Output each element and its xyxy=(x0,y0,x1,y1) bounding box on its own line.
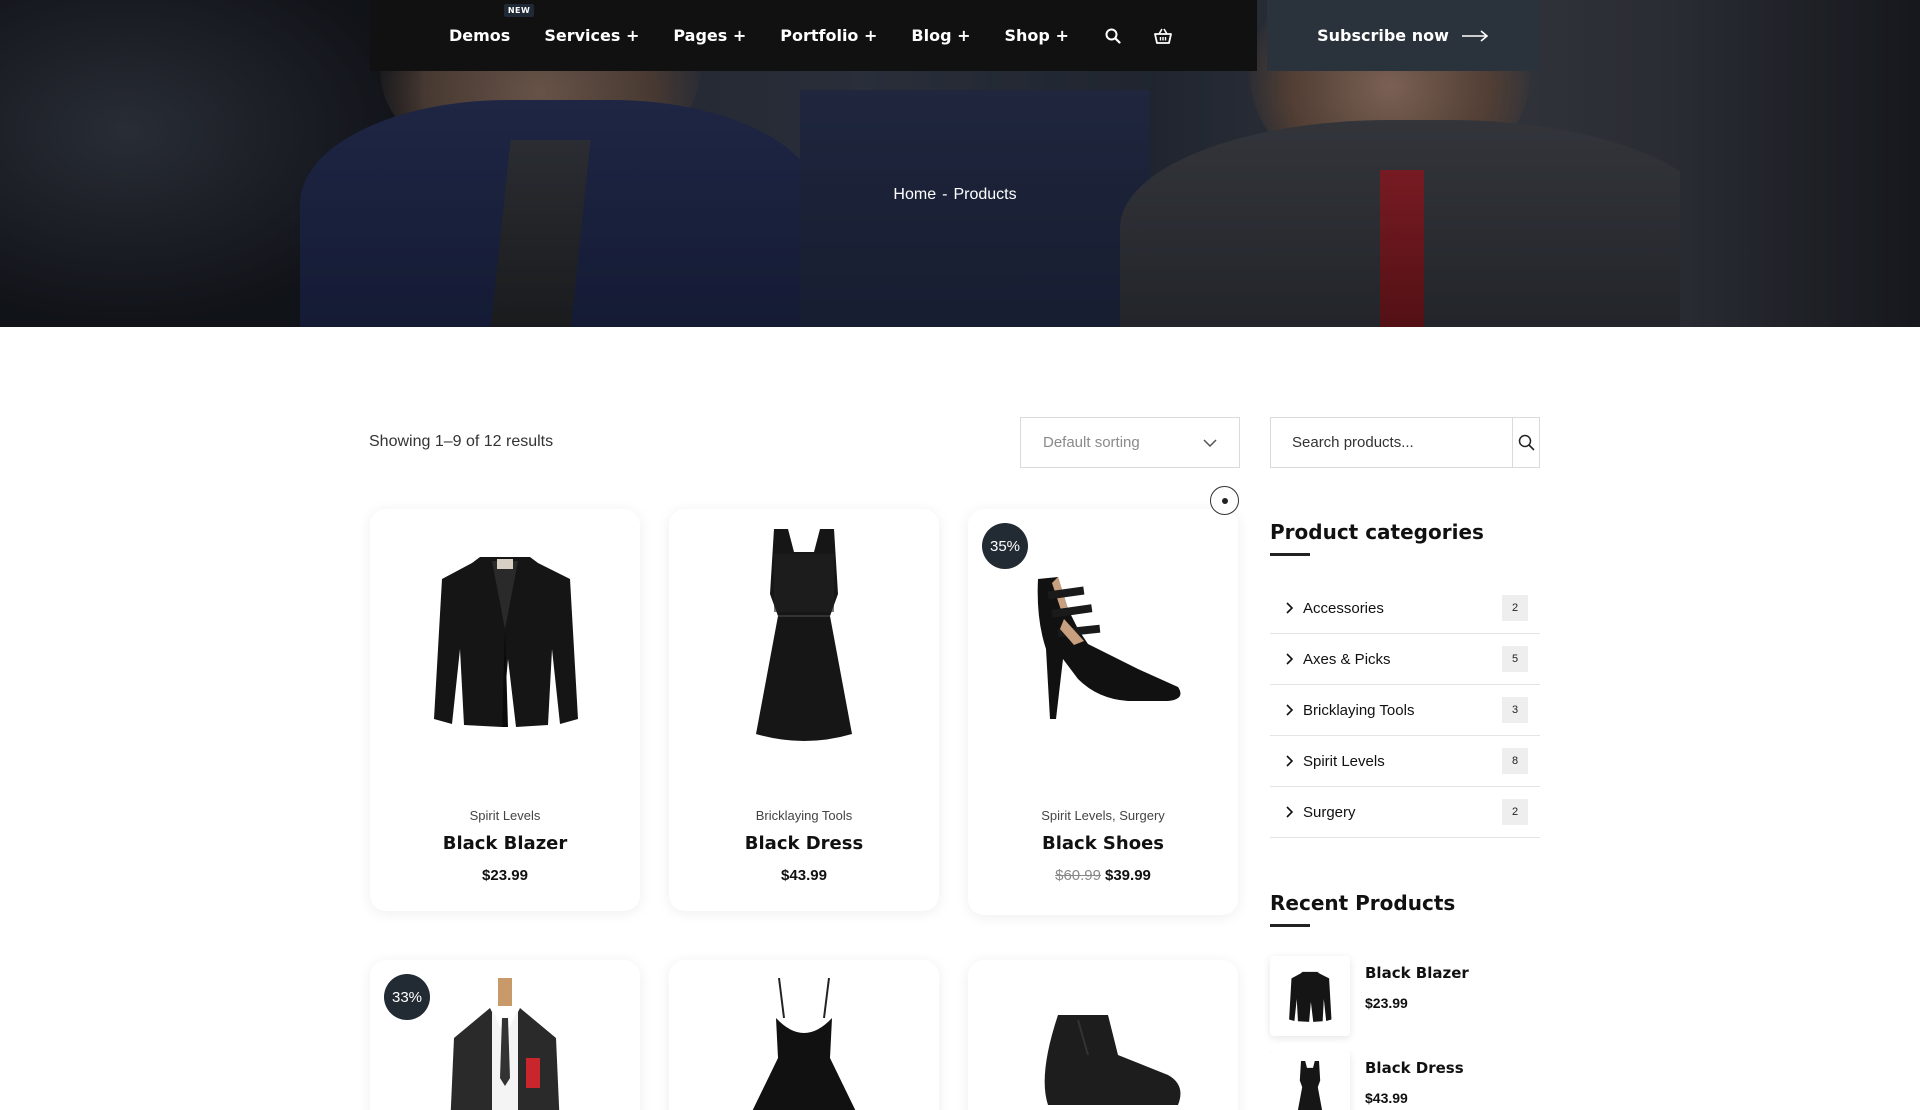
product-image-ankle-boot[interactable] xyxy=(968,960,1238,1110)
sorting-select[interactable]: Default sorting xyxy=(1020,417,1240,468)
category-label: Spirit Levels xyxy=(1303,752,1385,770)
search-icon[interactable] xyxy=(1103,26,1123,46)
product-category: Bricklaying Tools xyxy=(755,808,853,823)
product-name[interactable]: Black Blazer xyxy=(370,833,640,854)
chevron-down-icon xyxy=(1203,438,1217,447)
recent-products-title: Recent Products xyxy=(1270,891,1456,927)
chevron-right-icon xyxy=(1286,806,1294,818)
category-count: 2 xyxy=(1502,799,1528,825)
product-card[interactable] xyxy=(669,960,939,1110)
recent-product-item[interactable]: Black Dress $43.99 xyxy=(1270,1051,1540,1110)
search-button[interactable] xyxy=(1512,418,1539,467)
search-input[interactable] xyxy=(1271,418,1512,467)
recent-product-thumb[interactable] xyxy=(1270,956,1350,1036)
product-card[interactable]: 35% Spirit Levels, Surgery Black Shoes $… xyxy=(968,509,1238,915)
recent-product-name[interactable]: Black Dress xyxy=(1365,1059,1464,1077)
category-item[interactable]: Accessories 2 xyxy=(1270,583,1540,634)
category-count: 2 xyxy=(1502,595,1528,621)
product-card[interactable] xyxy=(968,960,1238,1110)
new-badge: NEW xyxy=(503,4,535,17)
category-item[interactable]: Axes & Picks 5 xyxy=(1270,634,1540,685)
product-name[interactable]: Black Shoes xyxy=(968,833,1238,854)
recent-product-thumb[interactable] xyxy=(1270,1051,1350,1110)
category-label: Surgery xyxy=(1303,803,1356,821)
category-label: Accessories xyxy=(1303,599,1384,617)
recent-product-name[interactable]: Black Blazer xyxy=(1365,964,1469,982)
subscribe-button[interactable]: Subscribe now xyxy=(1267,0,1539,71)
basket-icon[interactable] xyxy=(1153,26,1173,46)
category-item[interactable]: Spirit Levels 8 xyxy=(1270,736,1540,787)
product-card[interactable]: Bricklaying Tools Black Dress $43.99 xyxy=(669,509,939,911)
product-image-strap-dress[interactable] xyxy=(669,960,939,1110)
breadcrumb-home[interactable]: Home xyxy=(893,186,936,203)
nav-pages[interactable]: Pages + xyxy=(673,26,746,45)
category-count: 3 xyxy=(1502,697,1528,723)
nav-blog[interactable]: Blog + xyxy=(911,26,970,45)
nav-services[interactable]: Services + xyxy=(544,26,639,45)
nav-portfolio[interactable]: Portfolio + xyxy=(780,26,877,45)
product-price: $43.99 xyxy=(781,867,827,884)
breadcrumb-separator: - xyxy=(942,186,948,203)
sale-badge: 33% xyxy=(384,974,430,1020)
nav-shop[interactable]: Shop + xyxy=(1005,26,1069,45)
product-price: $23.99 xyxy=(482,867,528,884)
chevron-right-icon xyxy=(1286,755,1294,767)
product-category: Spirit Levels xyxy=(469,808,541,823)
product-image-black-dress[interactable] xyxy=(669,509,939,769)
category-count: 5 xyxy=(1502,646,1528,672)
recent-product-price: $43.99 xyxy=(1365,1090,1408,1106)
product-search xyxy=(1270,417,1540,468)
recent-product-item[interactable]: Black Blazer $23.99 xyxy=(1270,956,1540,1036)
chevron-right-icon xyxy=(1286,602,1294,614)
category-list: Accessories 2 Axes & Picks 5 Bricklaying T… xyxy=(1270,583,1540,838)
chevron-right-icon xyxy=(1286,653,1294,665)
category-label: Bricklaying Tools xyxy=(1303,701,1415,719)
product-image-black-blazer[interactable] xyxy=(370,509,640,769)
categories-title: Product categories xyxy=(1270,520,1484,556)
product-price: $60.99 $39.99 xyxy=(1055,867,1151,884)
product-name[interactable]: Black Dress xyxy=(669,833,939,854)
search-icon xyxy=(1518,434,1534,451)
old-price: $60.99 xyxy=(1055,867,1101,884)
category-item[interactable]: Surgery 2 xyxy=(1270,787,1540,838)
record-button[interactable] xyxy=(1210,486,1239,515)
product-card[interactable]: Spirit Levels Black Blazer $23.99 xyxy=(370,509,640,911)
chevron-right-icon xyxy=(1286,704,1294,716)
product-card[interactable]: 33% xyxy=(370,960,640,1110)
breadcrumb-current: Products xyxy=(953,186,1017,203)
recent-product-price: $23.99 xyxy=(1365,995,1408,1011)
product-category: Spirit Levels, Surgery xyxy=(1041,808,1165,823)
category-item[interactable]: Bricklaying Tools 3 xyxy=(1270,685,1540,736)
category-label: Axes & Picks xyxy=(1303,650,1391,668)
result-count: Showing 1–9 of 12 results xyxy=(369,433,554,450)
category-count: 8 xyxy=(1502,748,1528,774)
sale-badge: 35% xyxy=(982,523,1028,569)
sorting-value: Default sorting xyxy=(1043,434,1140,451)
main-navbar: Demos NEW Services + Pages + Portfolio + … xyxy=(370,0,1257,71)
arrow-right-icon xyxy=(1461,29,1489,42)
breadcrumb: Home - Products xyxy=(0,186,1910,204)
nav-demos[interactable]: Demos NEW xyxy=(449,4,535,45)
